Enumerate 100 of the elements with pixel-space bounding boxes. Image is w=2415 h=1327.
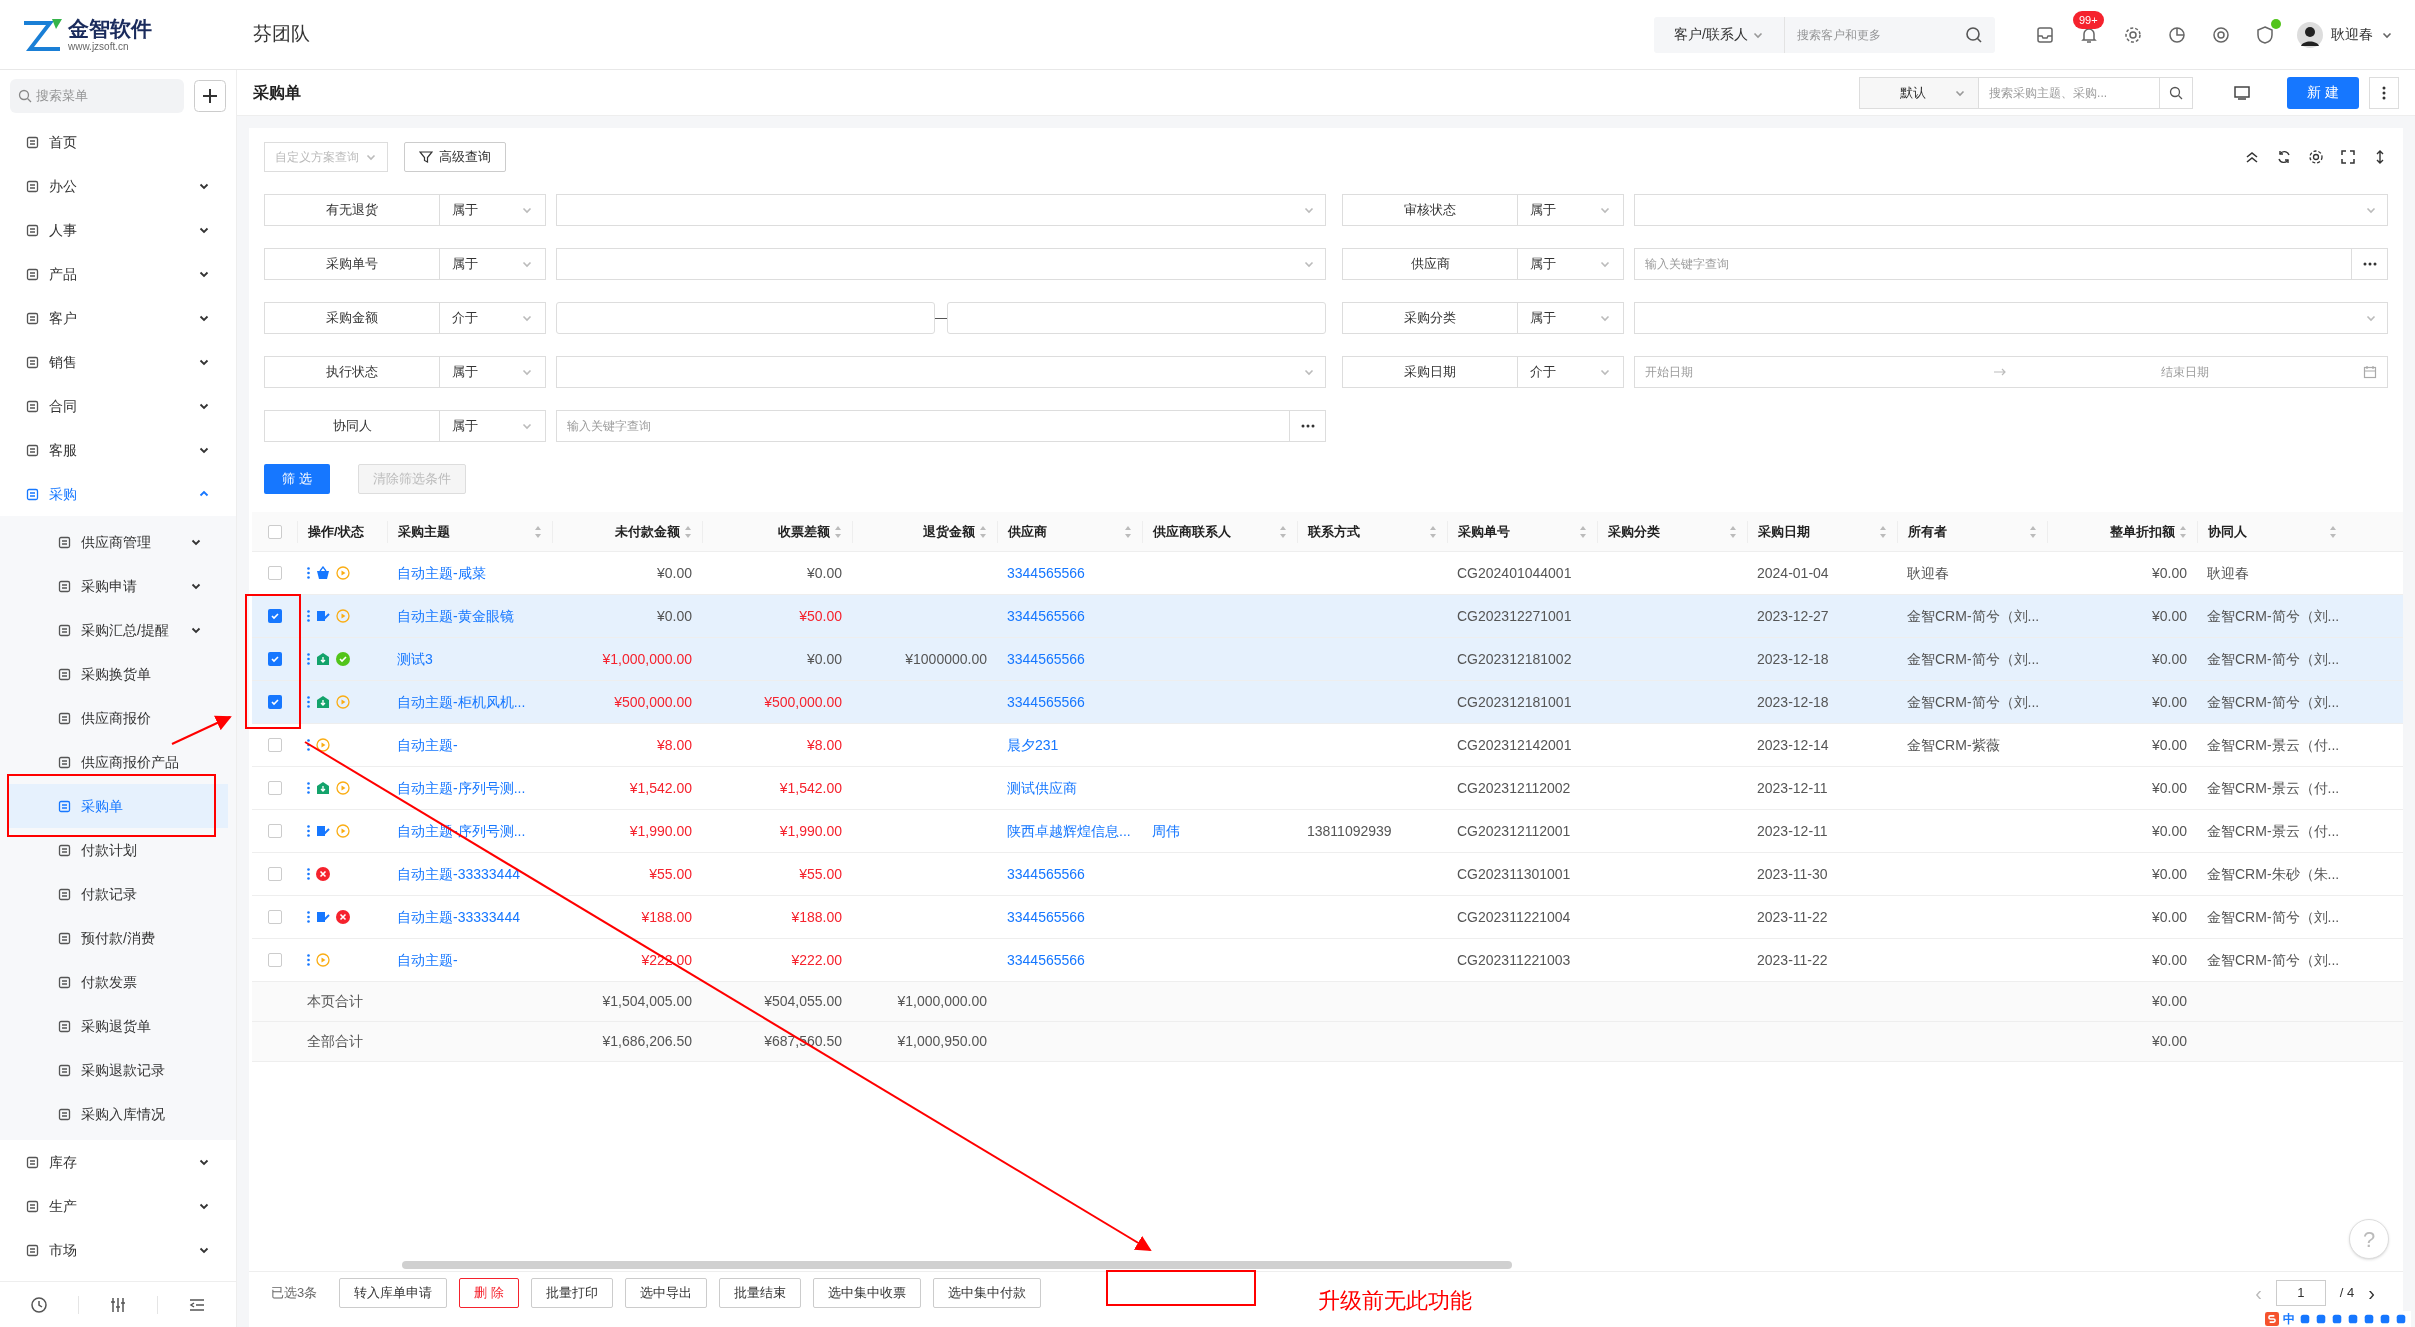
plus-icon[interactable]: [194, 80, 226, 112]
column-header[interactable]: 整单折扣额: [2047, 520, 2197, 543]
menu-item[interactable]: 采购: [0, 472, 236, 516]
menu-item[interactable]: 生产: [0, 1184, 236, 1228]
new-button[interactable]: 新 建: [2287, 76, 2359, 109]
column-header[interactable]: 联系方式: [1297, 520, 1447, 543]
menu-item[interactable]: 付款计划: [8, 828, 228, 872]
more-vertical-icon[interactable]: [307, 868, 310, 880]
operator-select[interactable]: 属于: [440, 410, 546, 442]
more-vertical-icon[interactable]: [307, 567, 310, 579]
end-date-field[interactable]: 结束日期: [2015, 363, 2355, 381]
max-amount-field[interactable]: [947, 302, 1326, 334]
row-checkbox[interactable]: [267, 652, 282, 666]
operator-select[interactable]: 属于: [440, 194, 546, 226]
link[interactable]: 测试3: [397, 650, 433, 667]
column-header[interactable]: 所有者: [1897, 520, 2047, 543]
table-row[interactable]: 自动主题-黄金眼镜 ¥0.00 ¥50.00 3344565566 CG202312271001 2023-12-27 金智CRM-简兮（刘... ¥0.00 金智CRM-简兮（刘...: [252, 595, 2403, 638]
menu-item[interactable]: 办公: [0, 164, 236, 208]
scope-dropdown[interactable]: 客户/联系人: [1674, 24, 1748, 45]
menu-item[interactable]: 供应商报价: [8, 696, 228, 740]
operator-select[interactable]: 介于: [1518, 356, 1624, 388]
ime-mode[interactable]: 中: [2283, 1313, 2295, 1325]
menu-item[interactable]: 人事: [0, 208, 236, 252]
horizontal-scrollbar[interactable]: [402, 1261, 1512, 1269]
menu-item[interactable]: 付款记录: [8, 872, 228, 916]
column-header[interactable]: 退货金额: [852, 520, 997, 543]
keyword-field[interactable]: 输入关键字查询: [557, 417, 1289, 435]
more-vertical-icon[interactable]: [307, 653, 310, 665]
date-range-picker[interactable]: 开始日期 结束日期: [1634, 356, 2388, 388]
column-header[interactable]: 供应商联系人: [1142, 520, 1297, 543]
column-header[interactable]: 未付款金额: [552, 520, 702, 543]
more-vertical-icon[interactable]: [307, 610, 310, 622]
row-checkbox[interactable]: [267, 566, 282, 580]
menu-item[interactable]: 采购汇总/提醒: [8, 608, 228, 652]
sliders-icon[interactable]: [109, 1295, 127, 1314]
play-circle-icon[interactable]: [316, 738, 330, 752]
collapse-up-icon[interactable]: [2244, 149, 2260, 165]
row-checkbox[interactable]: [267, 867, 282, 881]
table-row[interactable]: 自动主题- ¥8.00 ¥8.00 晨夕231 CG202312142001 2023-12-14 金智CRM-紫薇 ¥0.00 金智CRM-景云（付...: [252, 724, 2403, 767]
global-search-field[interactable]: 搜索客户和更多: [1785, 25, 1965, 44]
column-header[interactable]: 采购分类: [1597, 520, 1747, 543]
operator-select[interactable]: 介于: [440, 302, 546, 334]
menu-item[interactable]: 市场: [0, 1228, 236, 1272]
aperture-icon[interactable]: [2211, 24, 2231, 45]
warehouse-icon[interactable]: [316, 695, 330, 709]
bulk-action-button[interactable]: 转入库单申请: [339, 1277, 448, 1308]
history-icon[interactable]: [30, 1295, 48, 1314]
keyword-picker[interactable]: 输入关键字查询: [1634, 248, 2388, 280]
row-checkbox[interactable]: [267, 953, 282, 967]
menu-item[interactable]: 采购退款记录: [8, 1048, 228, 1092]
column-header[interactable]: 收票差额: [702, 520, 852, 543]
row-checkbox[interactable]: [267, 910, 282, 924]
table-row[interactable]: 自动主题-柜机风机... ¥500,000.00 ¥500,000.00 3344565566 CG202312181001 2023-12-18 金智CRM-简兮（刘... ¥0.00 金智CRM-简兮（刘...: [252, 681, 2403, 724]
bulk-action-button[interactable]: 选中集中收票: [812, 1277, 921, 1308]
link[interactable]: 周伟: [1152, 822, 1180, 839]
link[interactable]: 3344565566: [1007, 607, 1085, 624]
table-row[interactable]: 自动主题-33333444 ¥188.00 ¥188.00 3344565566 CG202311221004 2023-11-22 ¥0.00 金智CRM-简兮（刘...: [252, 896, 2403, 939]
more-vertical-icon[interactable]: [307, 782, 310, 794]
link[interactable]: 3344565566: [1007, 564, 1085, 581]
link[interactable]: 3344565566: [1007, 951, 1085, 968]
global-search[interactable]: 客户/联系人 搜索客户和更多: [1654, 16, 1995, 53]
menu-item[interactable]: 采购退货单: [8, 1004, 228, 1048]
bulk-action-button[interactable]: 批量结束: [718, 1277, 801, 1308]
table-row[interactable]: 自动主题-33333444 ¥55.00 ¥55.00 3344565566 CG202311301001 2023-11-30 ¥0.00 金智CRM-朱砂（朱...: [252, 853, 2403, 896]
start-date-field[interactable]: 开始日期: [1645, 363, 1985, 381]
operator-select[interactable]: 属于: [440, 248, 546, 280]
column-header[interactable]: 采购主题: [387, 520, 552, 543]
link[interactable]: 3344565566: [1007, 908, 1085, 925]
bulk-action-button[interactable]: 删 除: [459, 1277, 519, 1308]
bulk-action-button[interactable]: 选中导出: [624, 1277, 707, 1308]
column-header[interactable]: 采购日期: [1747, 520, 1897, 543]
menu-item[interactable]: 供应商报价产品: [8, 740, 228, 784]
refresh-icon[interactable]: [2276, 149, 2292, 165]
row-checkbox[interactable]: [267, 738, 282, 752]
column-header[interactable]: 供应商: [997, 520, 1142, 543]
link[interactable]: 自动主题-33333444: [397, 865, 520, 882]
search-field[interactable]: 搜索采购主题、采购...: [1979, 76, 2160, 109]
row-checkbox[interactable]: [267, 781, 282, 795]
link[interactable]: 陕西卓越辉煌信息...: [1007, 822, 1131, 839]
column-header[interactable]: 操作/状态: [297, 520, 387, 543]
row-checkbox[interactable]: [267, 609, 282, 623]
x-circle-icon[interactable]: [336, 910, 350, 924]
user-name[interactable]: 耿迎春: [2331, 24, 2373, 45]
menu-item[interactable]: 首页: [0, 120, 236, 164]
menu-item[interactable]: 采购申请: [8, 564, 228, 608]
min-amount-field[interactable]: [556, 302, 935, 334]
menu-search-field[interactable]: 搜索菜单: [36, 86, 156, 106]
edit-document-icon[interactable]: [316, 910, 330, 924]
link[interactable]: 3344565566: [1007, 865, 1085, 882]
monitor-icon[interactable]: [2233, 84, 2252, 101]
link[interactable]: 自动主题-序列号测...: [397, 779, 526, 796]
menu-item[interactable]: 客户: [0, 296, 236, 340]
menu-item[interactable]: 付款发票: [8, 960, 228, 1004]
row-checkbox[interactable]: [267, 824, 282, 838]
table-row[interactable]: 自动主题-序列号测... ¥1,542.00 ¥1,542.00 测试供应商 CG202312112002 2023-12-11 ¥0.00 金智CRM-景云（付...: [252, 767, 2403, 810]
menu-item[interactable]: 合同: [0, 384, 236, 428]
shield-icon[interactable]: [2255, 24, 2275, 45]
menu-search[interactable]: 搜索菜单: [10, 79, 184, 113]
more-vertical-icon[interactable]: [307, 911, 310, 923]
operator-select[interactable]: 属于: [1518, 302, 1624, 334]
